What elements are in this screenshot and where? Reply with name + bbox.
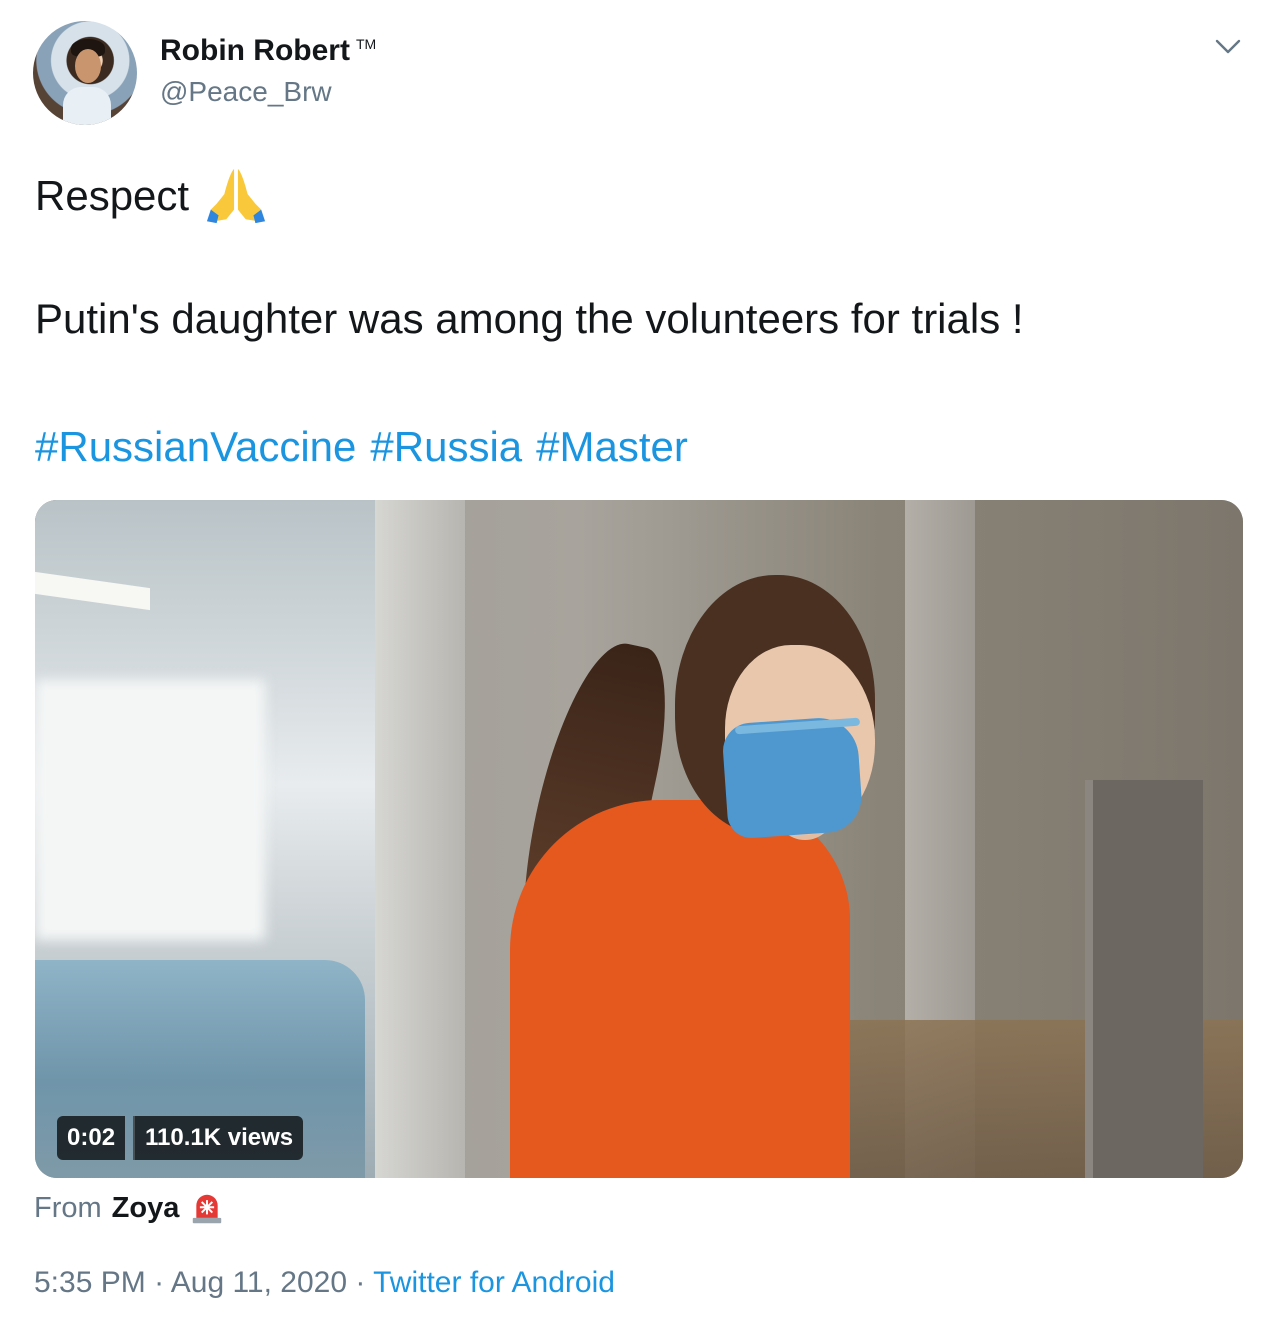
video-frame-window [35, 680, 265, 940]
video-frame-orange-shirt [510, 800, 850, 1178]
tweet-time[interactable]: 5:35 PM [34, 1266, 146, 1299]
video-frame-door [1085, 780, 1203, 1178]
tweet-text-line-2: Putin's daughter was among the volunteer… [35, 295, 1024, 342]
more-options-button[interactable] [1210, 32, 1246, 62]
meta-separator: · [347, 1266, 374, 1299]
tweet-card: Robin Robert TM @Peace_Brw Respect Putin'… [0, 0, 1280, 1331]
tweet-text-line-1: Respect [35, 165, 267, 227]
tweet-date[interactable]: Aug 11, 2020 [171, 1266, 347, 1299]
video-frame-face-mask [721, 715, 864, 840]
author-name-text: Robin Robert [160, 34, 350, 67]
video-frame-door-frame [375, 500, 465, 1178]
source-attribution: From Zoya [34, 1192, 225, 1225]
client-app-link[interactable]: Twitter for Android [373, 1266, 615, 1299]
hashtag-row: #RussianVaccine #Russia #Master [35, 423, 702, 471]
video-views-badge: 110.1K views [133, 1116, 304, 1160]
hashtag-master[interactable]: #Master [536, 423, 688, 470]
avatar-shirt [63, 87, 111, 125]
chevron-down-icon [1215, 39, 1241, 54]
hashtag-russianvaccine[interactable]: #RussianVaccine [35, 423, 356, 470]
trademark-mark: TM [355, 36, 377, 52]
source-name-link[interactable]: Zoya [112, 1192, 180, 1225]
folded-hands-emoji-icon [207, 168, 266, 224]
author-handle[interactable]: @Peace_Brw [160, 76, 332, 108]
source-prefix: From [34, 1192, 102, 1224]
video-duration-badge: 0:02 [57, 1116, 126, 1160]
meta-separator: · [145, 1266, 171, 1299]
siren-emoji-icon [193, 1194, 222, 1223]
video-player[interactable]: 0:02 110.1K views [35, 500, 1243, 1178]
respect-text: Respect [35, 172, 190, 219]
tweet-meta: 5:35 PM · Aug 11, 2020 · Twitter for And… [34, 1266, 615, 1300]
author-avatar[interactable] [33, 21, 137, 125]
hashtag-russia[interactable]: #Russia [370, 423, 522, 470]
author-name[interactable]: Robin Robert TM [160, 34, 376, 68]
avatar-face [75, 49, 101, 83]
